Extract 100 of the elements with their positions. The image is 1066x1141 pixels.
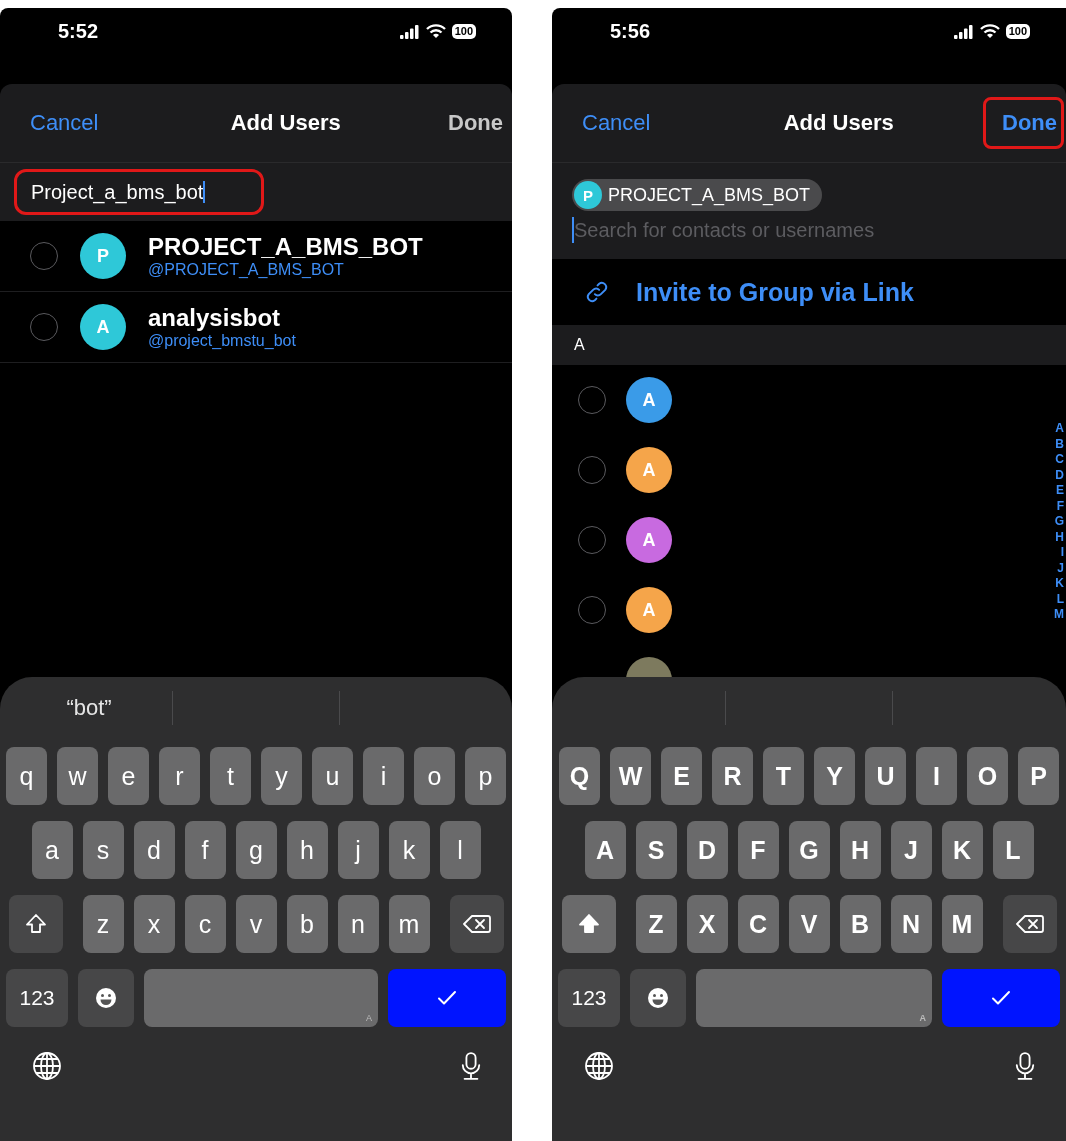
key[interactable]: l xyxy=(439,821,481,879)
avatar: A xyxy=(626,447,672,493)
shift-icon xyxy=(576,912,601,936)
key[interactable]: j xyxy=(337,821,379,879)
done-button[interactable]: Done xyxy=(429,97,510,149)
backspace-icon xyxy=(462,914,491,934)
key[interactable]: m xyxy=(388,895,430,953)
status-time: 5:52 xyxy=(58,20,99,43)
key[interactable]: Q xyxy=(559,747,600,805)
key[interactable]: e xyxy=(108,747,149,805)
globe-icon[interactable] xyxy=(32,1051,62,1081)
status-time: 5:56 xyxy=(610,20,651,43)
key[interactable]: c xyxy=(184,895,226,953)
key[interactable]: z xyxy=(82,895,124,953)
avatar: P xyxy=(574,181,602,209)
key[interactable]: h xyxy=(286,821,328,879)
key[interactable]: d xyxy=(133,821,175,879)
globe-icon[interactable] xyxy=(584,1051,614,1081)
index-letter[interactable]: F xyxy=(1054,498,1064,514)
key[interactable]: L xyxy=(992,821,1034,879)
shift-key[interactable] xyxy=(561,895,616,953)
wifi-icon xyxy=(425,24,446,39)
key[interactable]: w xyxy=(57,747,98,805)
avatar: A xyxy=(626,377,672,423)
key[interactable]: K xyxy=(941,821,983,879)
index-letter[interactable]: I xyxy=(1054,545,1064,561)
key[interactable]: r xyxy=(159,747,200,805)
key[interactable]: E xyxy=(661,747,702,805)
key[interactable]: x xyxy=(133,895,175,953)
numbers-key[interactable]: 123 xyxy=(6,969,68,1027)
microphone-icon[interactable] xyxy=(1014,1051,1036,1081)
index-letter[interactable]: B xyxy=(1054,436,1064,452)
index-letter[interactable]: C xyxy=(1054,452,1064,468)
index-letter[interactable]: A xyxy=(1054,421,1064,437)
key[interactable]: v xyxy=(235,895,277,953)
key[interactable]: H xyxy=(839,821,881,879)
backspace-key[interactable] xyxy=(449,895,504,953)
key[interactable]: G xyxy=(788,821,830,879)
section-header: A xyxy=(552,325,1066,365)
key[interactable]: Y xyxy=(814,747,855,805)
key[interactable]: C xyxy=(737,895,779,953)
shift-icon xyxy=(23,912,48,936)
key-hint: A xyxy=(366,1013,372,1023)
backspace-key[interactable] xyxy=(1002,895,1057,953)
key[interactable]: b xyxy=(286,895,328,953)
cancel-button[interactable]: Cancel xyxy=(26,104,103,142)
key[interactable]: q xyxy=(6,747,47,805)
key[interactable]: R xyxy=(712,747,753,805)
microphone-icon[interactable] xyxy=(460,1051,482,1081)
key[interactable]: O xyxy=(967,747,1008,805)
cancel-button[interactable]: Cancel xyxy=(578,104,655,142)
emoji-key[interactable] xyxy=(630,969,686,1027)
numbers-key[interactable]: 123 xyxy=(558,969,620,1027)
battery-indicator: 100 xyxy=(451,24,476,39)
key[interactable]: t xyxy=(210,747,251,805)
key[interactable]: D xyxy=(686,821,728,879)
key[interactable]: k xyxy=(388,821,430,879)
index-letter[interactable]: M xyxy=(1054,607,1064,623)
key[interactable]: y xyxy=(261,747,302,805)
key[interactable]: B xyxy=(839,895,881,953)
done-button[interactable]: Done xyxy=(983,97,1064,149)
suggestion[interactable]: “bot” xyxy=(66,695,112,721)
key[interactable]: N xyxy=(890,895,932,953)
key[interactable]: u xyxy=(312,747,353,805)
user-chip[interactable]: P PROJECT_A_BMS_BOT xyxy=(572,179,823,211)
key[interactable]: F xyxy=(737,821,779,879)
key[interactable]: P xyxy=(1018,747,1059,805)
index-letter[interactable]: J xyxy=(1054,560,1064,576)
index-letter[interactable]: D xyxy=(1054,467,1064,483)
key[interactable]: a xyxy=(31,821,73,879)
key[interactable]: W xyxy=(610,747,651,805)
screen-title: Add Users xyxy=(230,110,341,136)
key[interactable]: g xyxy=(235,821,277,879)
key[interactable]: Z xyxy=(635,895,677,953)
key[interactable]: A xyxy=(584,821,626,879)
key[interactable]: J xyxy=(890,821,932,879)
key[interactable]: f xyxy=(184,821,226,879)
index-letter[interactable]: K xyxy=(1054,576,1064,592)
shift-key[interactable] xyxy=(8,895,63,953)
smiley-icon xyxy=(94,986,118,1010)
index-letter[interactable]: H xyxy=(1054,529,1064,545)
key[interactable]: s xyxy=(82,821,124,879)
key[interactable]: I xyxy=(916,747,957,805)
key[interactable]: U xyxy=(865,747,906,805)
key[interactable]: X xyxy=(686,895,728,953)
key[interactable]: p xyxy=(465,747,506,805)
index-letter[interactable]: G xyxy=(1054,514,1064,530)
key[interactable]: o xyxy=(414,747,455,805)
invite-link[interactable]: Invite to Group via Link xyxy=(552,259,1066,325)
key[interactable]: S xyxy=(635,821,677,879)
index-letter[interactable]: L xyxy=(1054,591,1064,607)
key[interactable]: V xyxy=(788,895,830,953)
key[interactable]: n xyxy=(337,895,379,953)
index-letter[interactable]: E xyxy=(1054,483,1064,499)
emoji-key[interactable] xyxy=(78,969,134,1027)
space-key[interactable]: A xyxy=(696,969,932,1027)
key[interactable]: M xyxy=(941,895,983,953)
space-key[interactable]: A xyxy=(144,969,378,1027)
key[interactable]: T xyxy=(763,747,804,805)
key[interactable]: i xyxy=(363,747,404,805)
